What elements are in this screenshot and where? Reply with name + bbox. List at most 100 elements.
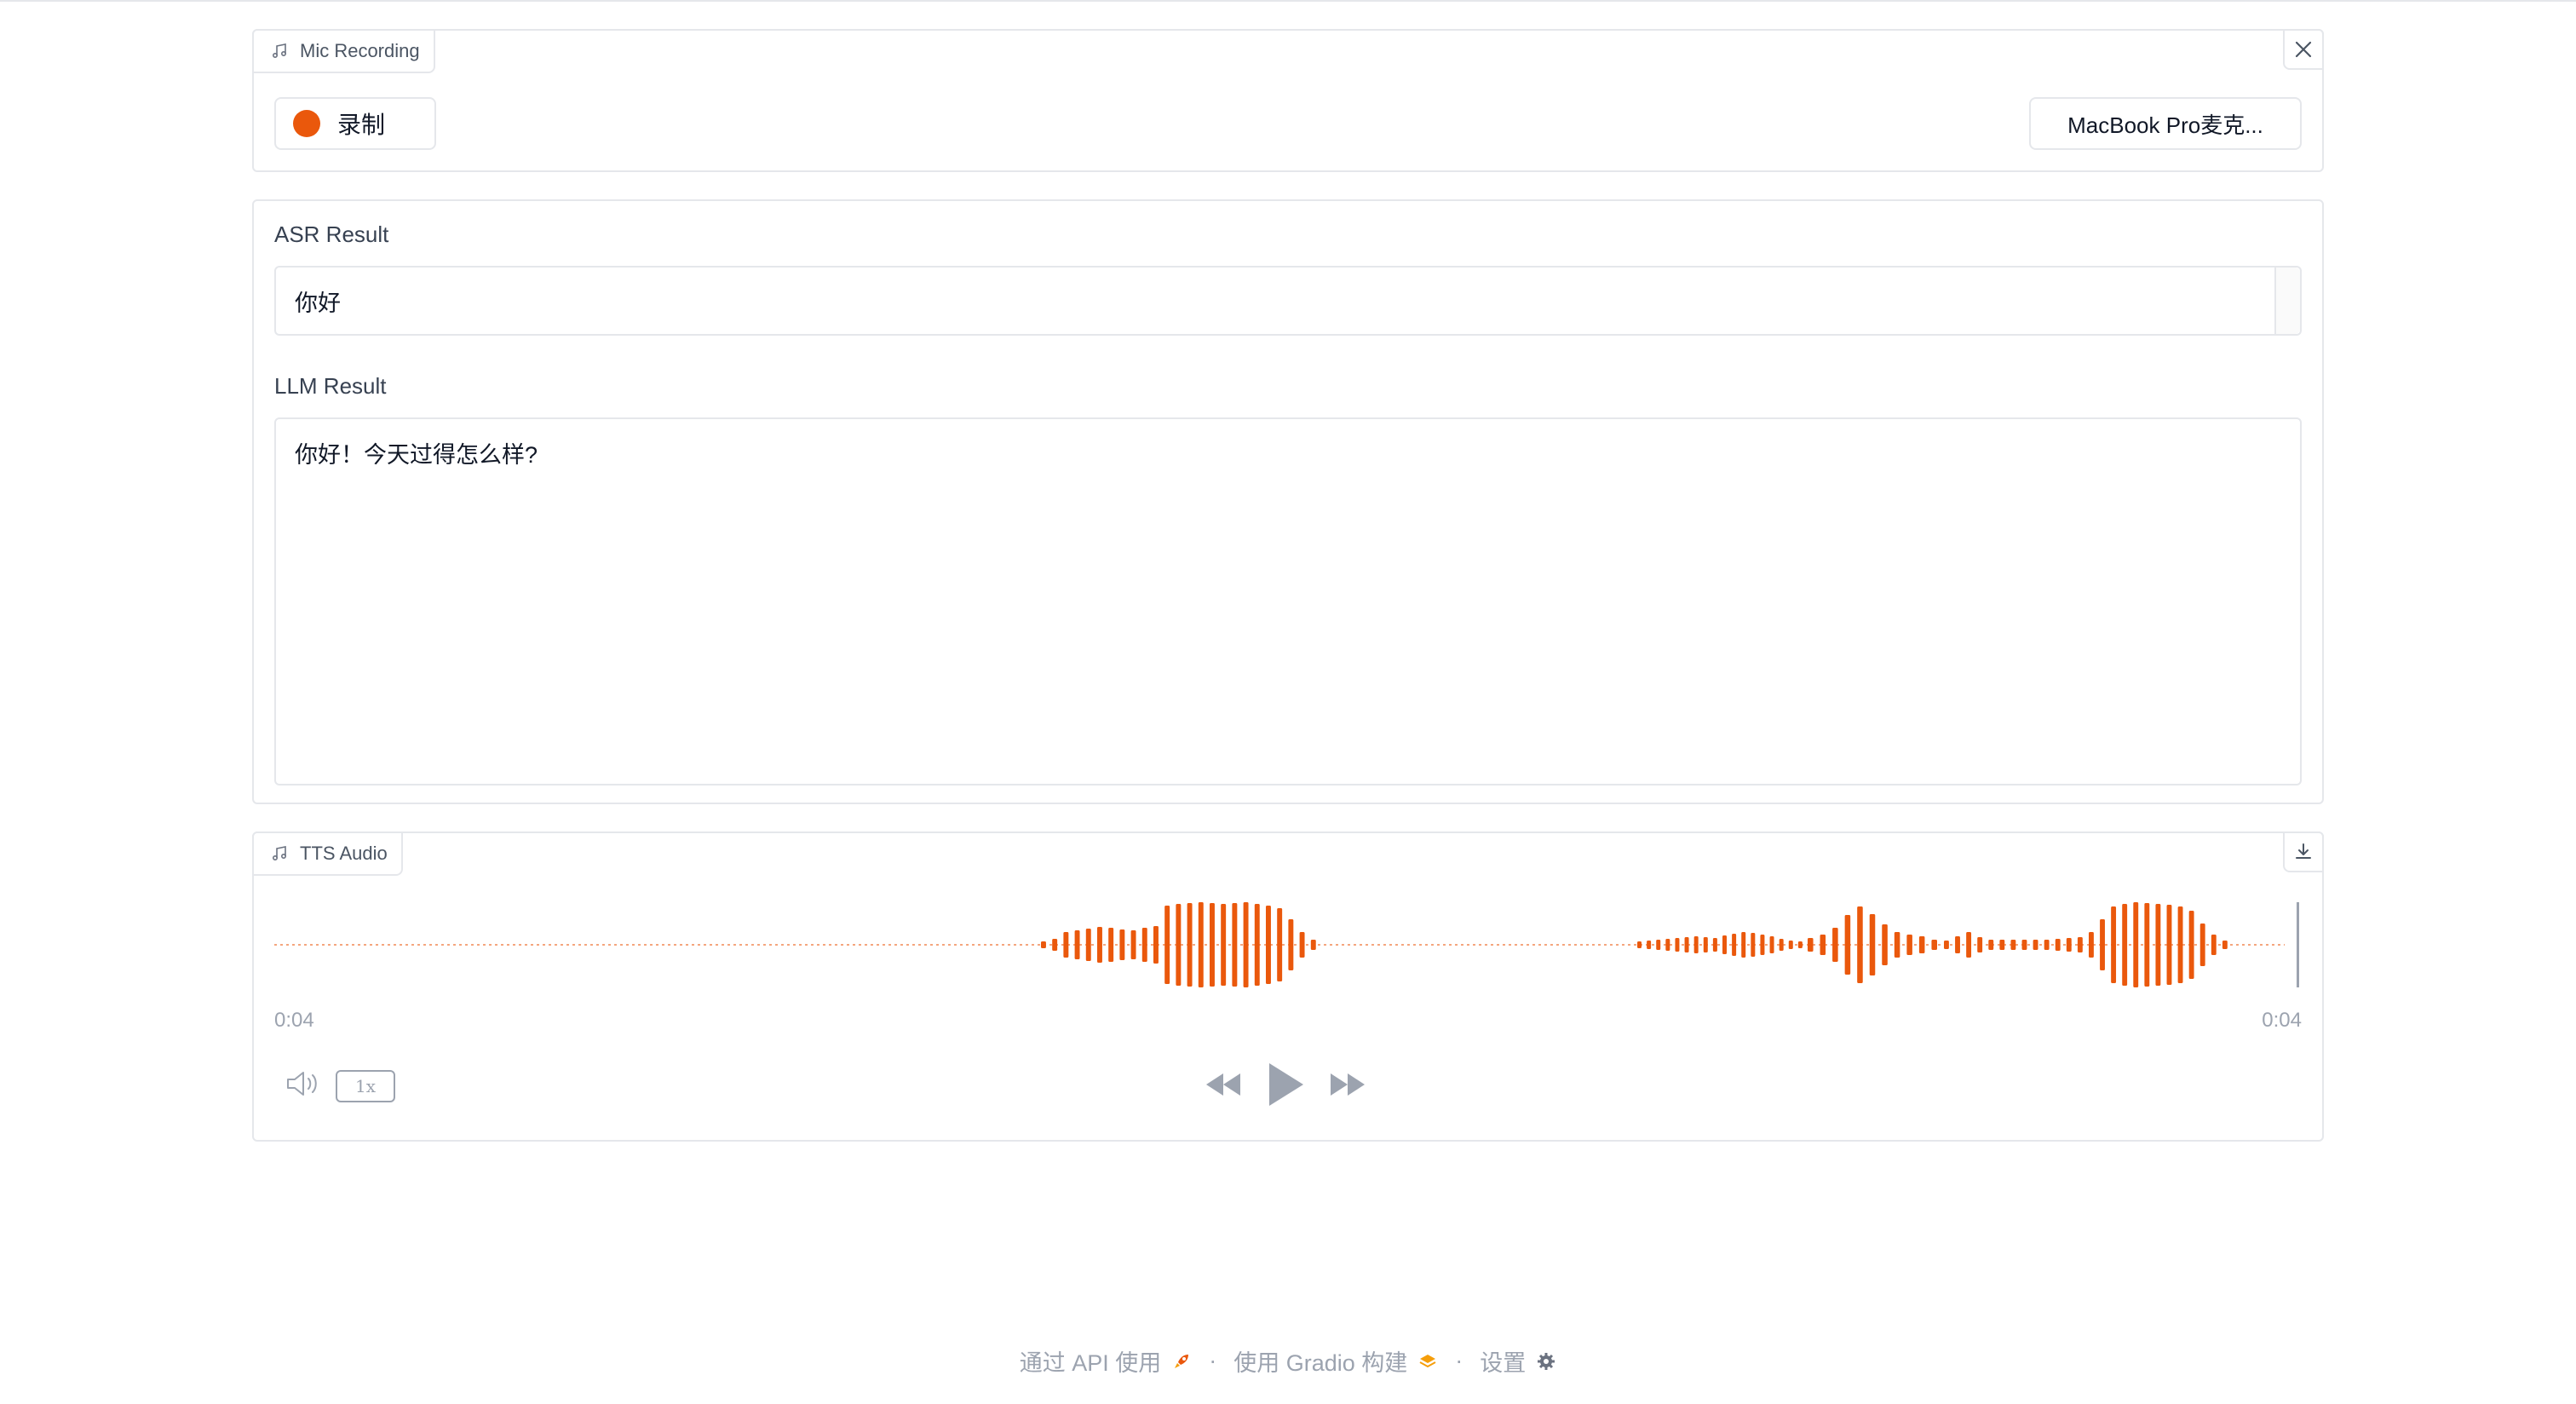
waveform-bar [1999,940,2005,950]
waveform-bar [2177,906,2183,983]
waveform-bar [1119,929,1125,960]
waveform-bar [1164,906,1170,984]
waveform-bar [1977,937,1983,952]
top-divider [0,0,2576,2]
built-with-gradio-link[interactable]: 使用 Gradio 构建 [1233,1344,1438,1378]
tts-audio-label: TTS Audio [252,831,403,876]
llm-result-label: LLM Result [274,373,387,399]
waveform-bar [2133,902,2139,987]
waveform-bar [2166,905,2172,985]
waveform-bar [1931,940,1937,950]
waveform-bar [1130,930,1136,959]
waveform-bar [1760,935,1765,955]
download-icon [2292,841,2314,863]
record-dot-icon [293,110,320,137]
built-with-gradio-text: 使用 Gradio 构建 [1233,1350,1408,1376]
asr-result-textbox[interactable]: 你好 [274,266,2302,336]
waveform-bar [1665,939,1670,951]
footer-separator: · [1209,1348,1217,1373]
use-via-api-text: 通过 API 使用 [1019,1350,1162,1376]
waveform-bar [1063,932,1069,958]
waveform-bar [1693,936,1699,953]
waveform-bar [1277,908,1283,981]
audio-waveform[interactable] [274,898,2302,992]
waveform-bar [1141,928,1147,962]
waveform-bar [1684,937,1689,952]
waveform-bar [1857,906,1863,983]
record-label: 录制 [337,112,386,138]
waveform-bar [1097,927,1102,963]
tts-audio-label-text: TTS Audio [300,843,388,864]
waveform-bar [2211,935,2217,955]
mic-recording-label: Mic Recording [252,29,435,73]
play-icon[interactable] [1266,1062,1305,1108]
waveform-bar [1198,902,1204,987]
waveform-bar [1310,940,1316,950]
waveform-bar [2055,939,2061,951]
waveform-bar [1656,940,1661,950]
asr-scrollbar[interactable] [2274,268,2300,334]
download-button[interactable] [2283,831,2324,872]
waveform-bar [1966,932,1972,958]
waveform-bar [1637,941,1642,948]
settings-link[interactable]: 设置 [1480,1344,1556,1378]
rewind-icon[interactable] [1203,1070,1244,1099]
asr-result-label: ASR Result [274,222,389,247]
llm-result-textbox[interactable]: 你好！今天过得怎么样? [274,417,2302,785]
close-icon [2292,38,2314,60]
waveform-bar [1254,904,1260,986]
gear-icon [1536,1351,1556,1372]
microphone-select-value: MacBook Pro麦克... [2067,112,2263,138]
clear-button[interactable] [2283,29,2324,70]
waveform-bar [1052,939,1058,951]
waveform-bar [2199,924,2205,966]
waveform-bar [1882,924,1888,965]
record-button[interactable]: 录制 [274,97,436,150]
waveform-bar [1243,902,1249,987]
waveform-bar [2010,940,2016,950]
waveform-bar [1869,914,1876,975]
waveform-bar [1788,941,1793,949]
waveform-bar [1675,938,1680,952]
waveform-bar [2033,940,2038,950]
waveform-bar [2089,932,2094,958]
total-duration: 0:04 [2262,1009,2302,1032]
waveform-bar [2122,904,2128,986]
current-time: 0:04 [274,1009,314,1032]
waveform-bar [2111,906,2117,983]
tts-audio-panel: TTS Audio 0:04 0:04 1x [252,831,2324,1142]
use-via-api-link[interactable]: 通过 API 使用 [1020,1344,1193,1378]
waveform-bar [1741,932,1746,958]
results-panel: ASR Result 你好 LLM Result 你好！今天过得怎么样? [252,199,2324,804]
waveform-bar [1108,928,1114,962]
settings-text: 设置 [1480,1350,1527,1376]
waveform-bar [2021,940,2027,950]
asr-result-text: 你好 [295,290,341,316]
waveform-bar [1769,936,1774,953]
waveform-bar [1712,938,1717,952]
waveform-bar [1779,939,1784,951]
waveform-bar [1299,932,1305,958]
waveform-bar [1703,937,1708,952]
fast-forward-icon[interactable] [1327,1070,1368,1099]
playhead-cursor[interactable] [2297,902,2299,987]
waveform-bar [1266,906,1271,984]
mic-recording-label-text: Mic Recording [300,40,420,61]
volume-icon[interactable] [285,1068,322,1099]
waveform-bar [2066,938,2072,952]
waveform-bar [1232,903,1238,987]
waveform-bar [1944,941,1949,949]
waveform-bar [1906,935,1912,955]
waveform-bar [2144,903,2150,987]
playback-speed-button[interactable]: 1x [336,1070,395,1102]
waveform-bar [2077,937,2083,952]
waveform-bar [1187,903,1193,987]
waveform-bar [1918,936,1925,953]
waveform-bar [1797,941,1803,948]
microphone-select[interactable]: MacBook Pro麦克... [2029,97,2302,150]
waveform-bar [1074,930,1080,959]
playback-speed-value: 1x [354,1076,376,1096]
waveform-bar [1832,928,1838,962]
waveform-bar [1955,936,1960,953]
waveform-bar [1085,929,1091,961]
